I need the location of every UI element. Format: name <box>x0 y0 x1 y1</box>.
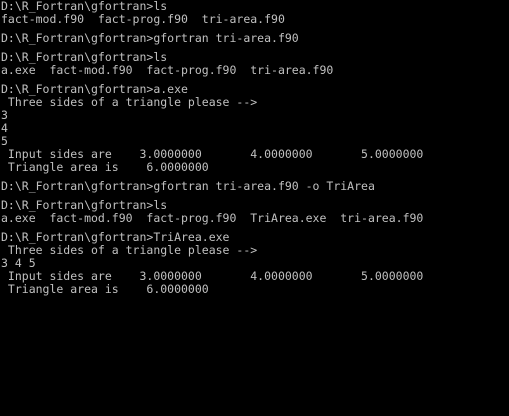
console-window[interactable]: D:\R_Fortran\gfortran>ls fact-mod.f90 fa… <box>0 0 509 416</box>
console-output: D:\R_Fortran\gfortran>ls fact-mod.f90 fa… <box>1 0 423 296</box>
console-line-output: Triangle area is 6.0000000 <box>1 160 209 174</box>
console-line-output: Three sides of a triangle please --> <box>1 95 258 109</box>
console-line-input: 3 <box>1 108 8 122</box>
console-line-prompt: D:\R_Fortran\gfortran>gfortran tri-area.… <box>1 31 299 45</box>
console-line-output: a.exe fact-mod.f90 fact-prog.f90 TriArea… <box>1 211 424 225</box>
console-line-output: a.exe fact-mod.f90 fact-prog.f90 tri-are… <box>1 63 334 77</box>
console-line-input: 4 <box>1 121 8 135</box>
console-line-output: Triangle area is 6.0000000 <box>1 282 209 296</box>
console-line-output: Three sides of a triangle please --> <box>1 243 258 257</box>
console-line-prompt: D:\R_Fortran\gfortran>gfortran tri-area.… <box>1 179 375 193</box>
console-line-output: fact-mod.f90 fact-prog.f90 tri-area.f90 <box>1 12 285 26</box>
